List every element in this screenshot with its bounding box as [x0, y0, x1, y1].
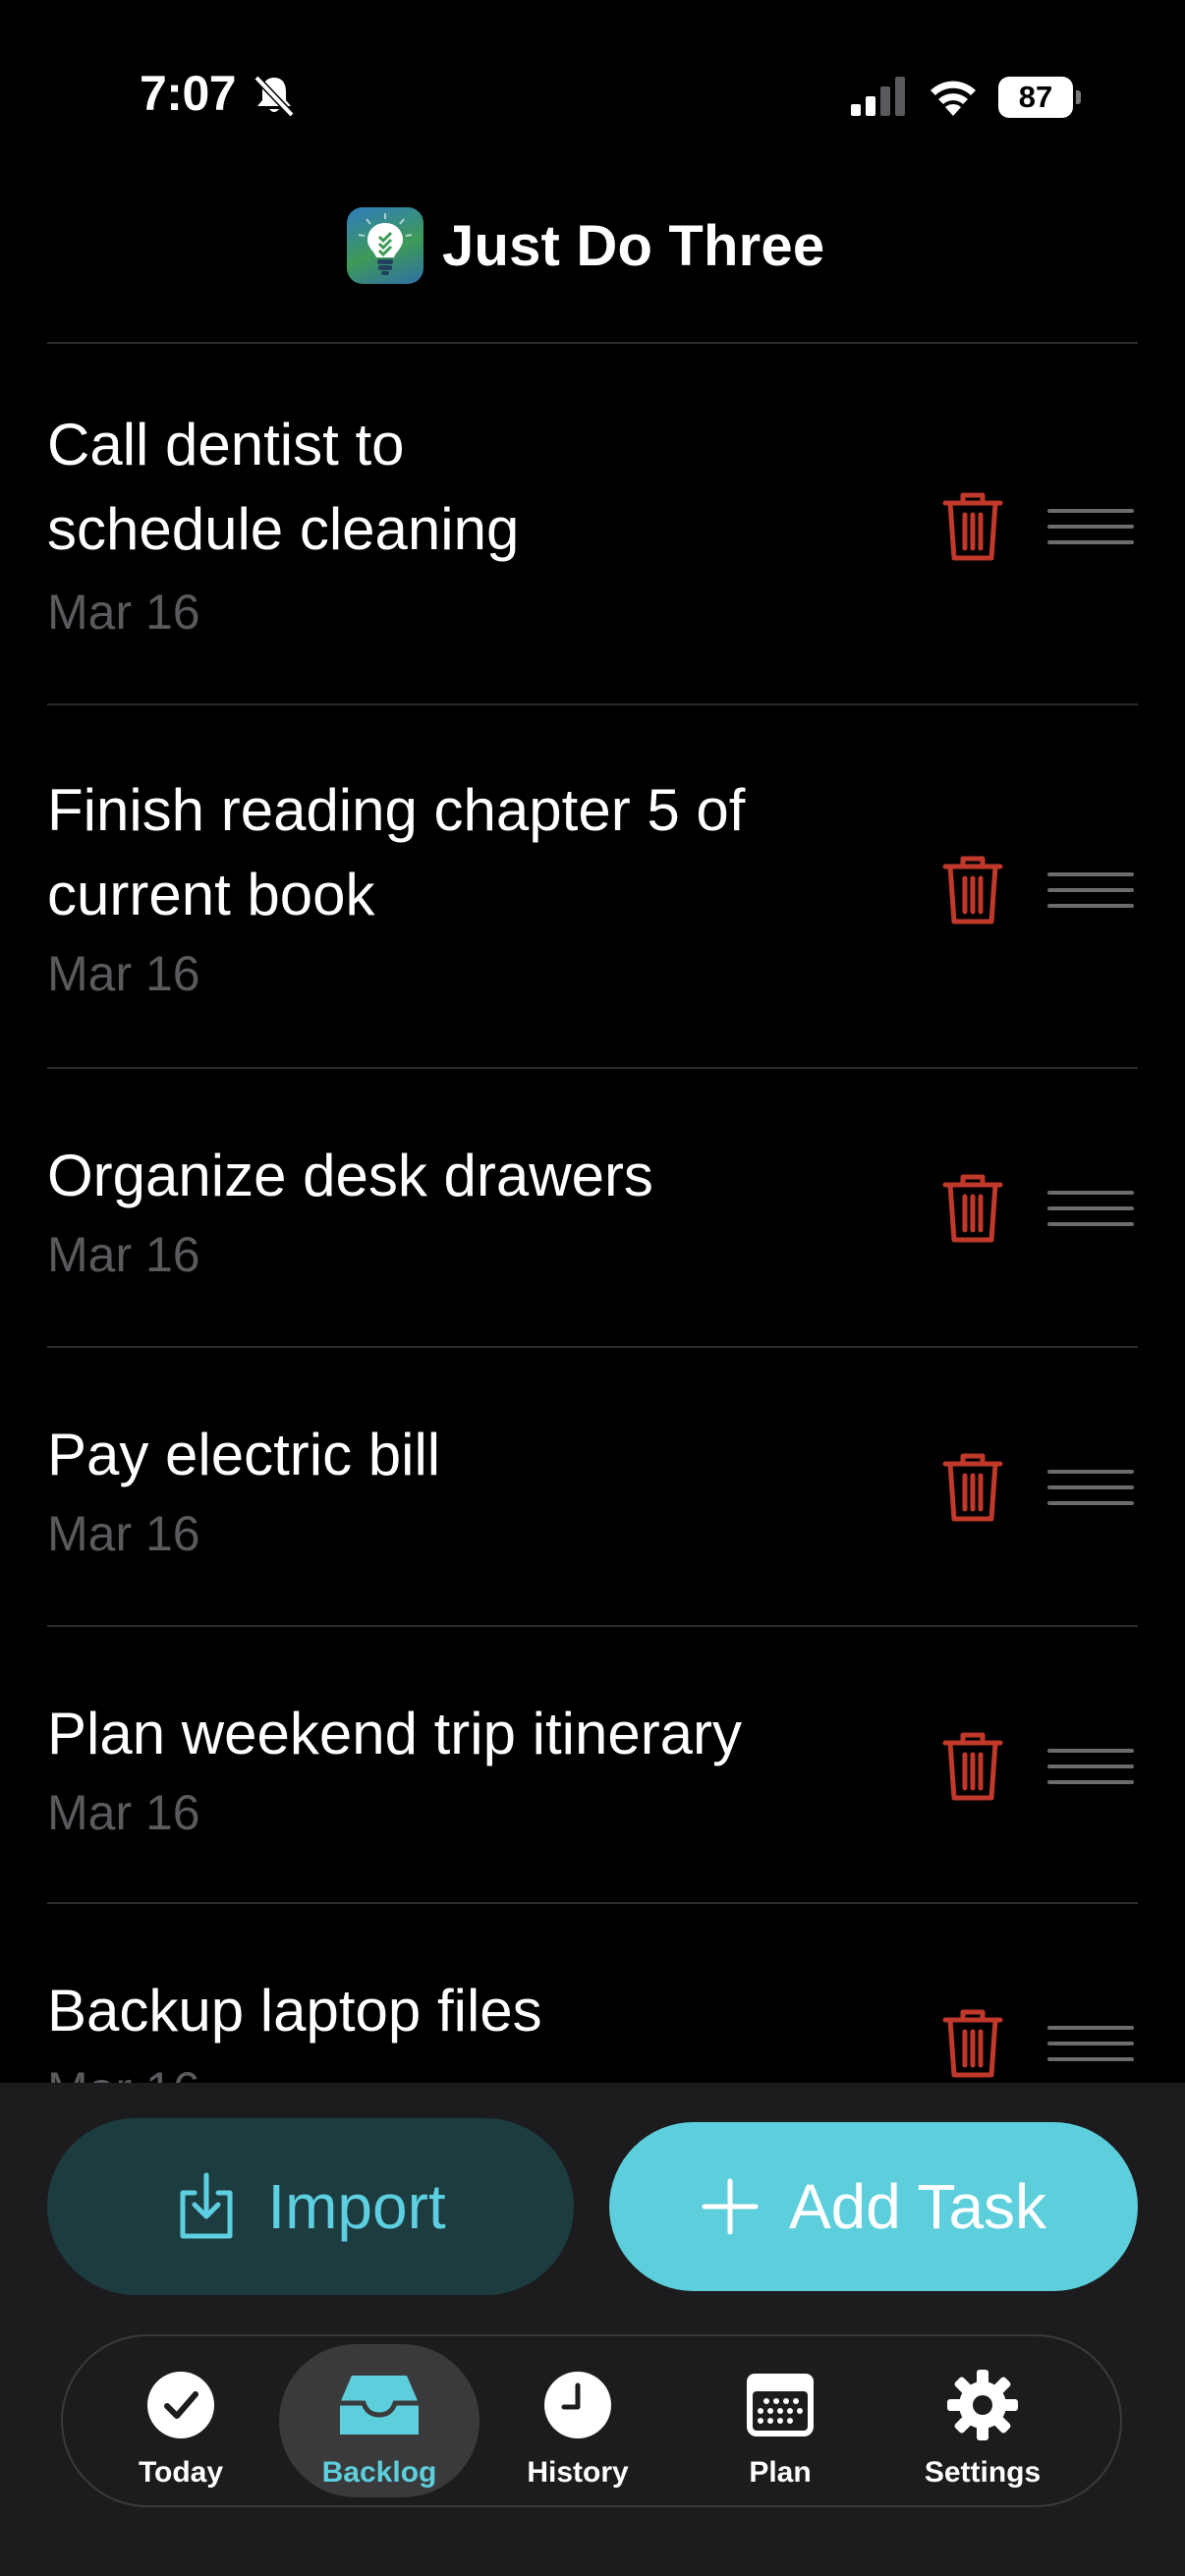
lightbulb-icon — [347, 207, 423, 284]
task-title: Backup laptop files — [47, 1978, 542, 2044]
drag-handle[interactable] — [1047, 1749, 1134, 1788]
task-date: Mar 16 — [47, 2061, 200, 2085]
add-task-button[interactable]: Add Task — [609, 2122, 1138, 2291]
tray-icon — [340, 2376, 419, 2435]
trash-icon[interactable] — [941, 1171, 1004, 1246]
drag-handle[interactable] — [1047, 1191, 1134, 1230]
task-row[interactable]: Backup laptop files Mar 16 — [47, 1904, 1138, 2085]
wifi-icon — [931, 81, 976, 116]
bell-slash-icon — [254, 75, 295, 118]
plus-icon — [702, 2178, 759, 2235]
battery-level: 87 — [998, 77, 1073, 118]
tab-history[interactable]: History — [480, 2344, 676, 2497]
battery-icon: 87 — [998, 77, 1081, 118]
task-date: Mar 16 — [47, 1506, 200, 1561]
task-date: Mar 16 — [47, 946, 200, 1001]
app-title: Just Do Three — [442, 214, 825, 278]
task-row[interactable]: Pay electric bill Mar 16 — [47, 1348, 1138, 1627]
tab-label: Today — [138, 2456, 224, 2489]
task-date: Mar 16 — [47, 585, 200, 640]
task-title: Call dentist to schedule cleaning — [47, 412, 520, 562]
drag-handle[interactable] — [1047, 872, 1134, 912]
task-title: Plan weekend trip itinerary — [47, 1701, 743, 1766]
import-icon — [180, 2172, 233, 2239]
task-title: Pay electric bill — [47, 1422, 441, 1487]
cellular-signal-icon — [851, 77, 905, 116]
trash-icon[interactable] — [941, 2006, 1004, 2081]
tab-label: Backlog — [321, 2456, 437, 2489]
tab-plan[interactable]: Plan — [682, 2344, 878, 2497]
app-header: Just Do Three — [0, 201, 1185, 296]
task-row[interactable]: Plan weekend trip itinerary Mar 16 — [47, 1627, 1138, 1904]
task-row[interactable]: Call dentist to schedule cleaning Mar 16 — [47, 344, 1138, 705]
tab-settings[interactable]: Settings — [884, 2344, 1081, 2497]
drag-handle[interactable] — [1047, 1470, 1134, 1509]
trash-icon[interactable] — [941, 489, 1004, 564]
tab-backlog[interactable]: Backlog — [279, 2344, 480, 2497]
status-bar: 7:07 87 — [0, 0, 1185, 196]
task-title: Organize desk drawers — [47, 1143, 653, 1208]
gear-icon — [947, 2370, 1018, 2440]
clock-icon — [544, 2372, 611, 2438]
import-button[interactable]: Import — [47, 2118, 574, 2295]
tab-label: Settings — [924, 2456, 1042, 2489]
status-time: 7:07 — [140, 66, 237, 121]
tab-label: Plan — [749, 2456, 812, 2489]
task-date: Mar 16 — [47, 1785, 200, 1840]
tab-bar: Today Backlog History Plan Settings — [61, 2334, 1122, 2507]
trash-icon[interactable] — [941, 1729, 1004, 1804]
add-task-label: Add Task — [788, 2171, 1047, 2242]
bottom-panel: Import Add Task Today Backlog History Pl… — [0, 2083, 1185, 2576]
tab-today[interactable]: Today — [83, 2344, 279, 2497]
task-title: Finish reading chapter 5 of current book — [47, 777, 746, 927]
tab-label: History — [527, 2456, 629, 2489]
task-list[interactable]: Call dentist to schedule cleaning Mar 16… — [47, 342, 1138, 2085]
trash-icon[interactable] — [941, 853, 1004, 927]
import-label: Import — [267, 2171, 446, 2242]
checkmark-circle-icon — [147, 2372, 214, 2438]
trash-icon[interactable] — [941, 1450, 1004, 1525]
task-row[interactable]: Organize desk drawers Mar 16 — [47, 1069, 1138, 1348]
task-row[interactable]: Finish reading chapter 5 of current book… — [47, 705, 1138, 1069]
calendar-icon — [747, 2374, 814, 2436]
drag-handle[interactable] — [1047, 2026, 1134, 2065]
drag-handle[interactable] — [1047, 509, 1134, 548]
task-date: Mar 16 — [47, 1227, 200, 1282]
